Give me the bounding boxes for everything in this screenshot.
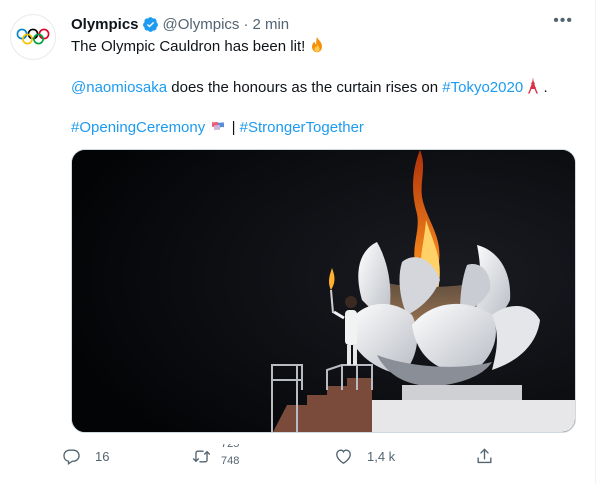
- timestamp[interactable]: 2 min: [252, 16, 289, 33]
- reply-count: 16: [95, 448, 110, 464]
- tweet-text: The Olympic Cauldron has been lit! @naom…: [71, 36, 576, 138]
- tweet-line-3: #OpeningCeremony | #StrongerTogether: [71, 118, 576, 138]
- tweet-line-2-end: .: [539, 79, 548, 96]
- like-button[interactable]: 1,4 k: [334, 444, 395, 468]
- fire-emoji-icon: [312, 37, 323, 53]
- tweet-line-1: The Olympic Cauldron has been lit!: [71, 36, 576, 57]
- tweet-header: Olympics @Olympics · 2 min: [71, 14, 555, 34]
- tweet-line-2-text: does the honours as the curtain rises on: [167, 79, 443, 96]
- tweet-media-photo[interactable]: [71, 149, 576, 433]
- tokyo-tower-emoji-icon: [528, 77, 539, 94]
- retweet-count-old: 725: [221, 444, 240, 450]
- share-icon: [477, 448, 492, 463]
- tweet-action-bar: 16 725 748 1,4 k: [62, 444, 522, 468]
- tweet-line-2: @naomiosaka does the honours as the curt…: [71, 77, 576, 98]
- retweet-count-animation: 725 748: [221, 444, 247, 468]
- reply-button[interactable]: 16: [62, 444, 109, 468]
- hashtag-link-openingceremony[interactable]: #OpeningCeremony: [71, 119, 205, 136]
- tweet-line-1-text: The Olympic Cauldron has been lit!: [71, 38, 306, 55]
- flag-emoji-icon: [212, 122, 225, 130]
- retweet-button[interactable]: 725 748: [192, 444, 247, 468]
- author-name[interactable]: Olympics: [71, 16, 139, 33]
- reply-icon: [63, 448, 80, 465]
- avatar[interactable]: [10, 14, 56, 60]
- hashtag-separator: |: [231, 119, 240, 136]
- separator-dot: ·: [243, 15, 249, 33]
- more-options-button[interactable]: •••: [553, 13, 573, 29]
- retweet-count: 748: [221, 455, 240, 467]
- tweet[interactable]: Olympics @Olympics · 2 min ••• The Olymp…: [0, 0, 596, 484]
- share-button[interactable]: [475, 444, 494, 468]
- hashtag-link-tokyo2020[interactable]: #Tokyo2020: [442, 79, 523, 96]
- verified-badge-icon: [142, 16, 158, 32]
- like-count: 1,4 k: [367, 448, 396, 464]
- hashtag-link-strongertogether[interactable]: #StrongerTogether: [240, 119, 364, 136]
- cauldron-photo: [72, 150, 575, 432]
- author-handle[interactable]: @Olympics: [163, 16, 240, 33]
- mention-link[interactable]: @naomiosaka: [71, 79, 167, 96]
- retweet-icon: [192, 450, 211, 462]
- heart-icon: [336, 448, 351, 464]
- olympic-rings-logo-icon: [16, 28, 50, 45]
